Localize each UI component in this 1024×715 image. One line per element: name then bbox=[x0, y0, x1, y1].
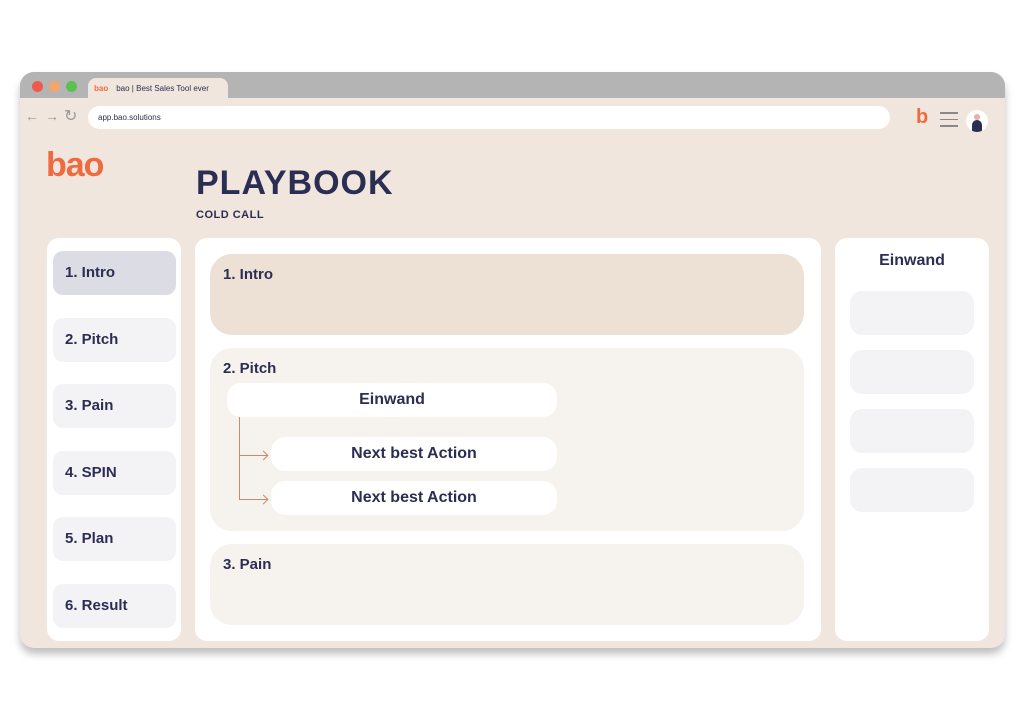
avatar[interactable] bbox=[966, 110, 988, 132]
forward-icon[interactable]: → bbox=[45, 108, 59, 124]
section-label: 1. Intro bbox=[223, 266, 274, 283]
reload-icon[interactable]: ↻ bbox=[64, 106, 77, 126]
playbook-main: 1. Intro 2. Pitch Einwand Next best Acti… bbox=[195, 238, 821, 641]
section-pain[interactable]: 3. Pain bbox=[210, 544, 804, 625]
sidebar-item-pain[interactable]: 3. Pain bbox=[53, 384, 176, 428]
browser-tab[interactable]: bao bao | Best Sales Tool ever bbox=[88, 78, 228, 100]
browser-window: bao bao | Best Sales Tool ever ← → ↻ app.… bbox=[20, 72, 1005, 648]
sidebar-item-pitch[interactable]: 2. Pitch bbox=[53, 318, 176, 362]
objection-panel-title: Einwand bbox=[879, 252, 945, 269]
back-icon[interactable]: ← bbox=[25, 108, 39, 124]
next-best-action-card[interactable]: Next best Action bbox=[271, 437, 557, 471]
page-subtitle: COLD CALL bbox=[196, 209, 265, 221]
objection-panel: Einwand bbox=[835, 238, 989, 641]
sidebar-item-result[interactable]: 6. Result bbox=[53, 584, 176, 628]
section-label: 2. Pitch bbox=[223, 360, 277, 377]
section-intro[interactable]: 1. Intro bbox=[210, 254, 804, 335]
close-window-button[interactable] bbox=[32, 81, 43, 92]
menu-icon[interactable] bbox=[940, 112, 958, 132]
objection-item[interactable] bbox=[850, 409, 974, 453]
objection-item[interactable] bbox=[850, 291, 974, 335]
next-best-action-card[interactable]: Next best Action bbox=[271, 481, 557, 515]
connector-line bbox=[239, 417, 240, 500]
objection-item[interactable] bbox=[850, 350, 974, 394]
page-title: PLAYBOOK bbox=[196, 164, 394, 202]
url-bar[interactable]: app.bao.solutions bbox=[88, 106, 890, 129]
objection-card[interactable]: Einwand bbox=[227, 383, 557, 417]
tab-logo: bao bbox=[94, 84, 109, 93]
sidebar: 1. Intro 2. Pitch 3. Pain 4. SPIN 5. Pla… bbox=[47, 238, 181, 641]
sidebar-item-intro[interactable]: 1. Intro bbox=[53, 251, 176, 295]
minimize-window-button[interactable] bbox=[49, 81, 60, 92]
tab-title: bao | Best Sales Tool ever bbox=[116, 84, 209, 93]
arrow-icon bbox=[239, 455, 267, 456]
sidebar-item-spin[interactable]: 4. SPIN bbox=[53, 451, 176, 495]
bao-extension-icon[interactable]: b bbox=[916, 107, 928, 127]
section-label: 3. Pain bbox=[223, 556, 272, 573]
app-logo: bao bbox=[46, 146, 104, 184]
maximize-window-button[interactable] bbox=[66, 81, 77, 92]
arrow-icon bbox=[239, 499, 267, 500]
objection-item[interactable] bbox=[850, 468, 974, 512]
sidebar-item-plan[interactable]: 5. Plan bbox=[53, 517, 176, 561]
